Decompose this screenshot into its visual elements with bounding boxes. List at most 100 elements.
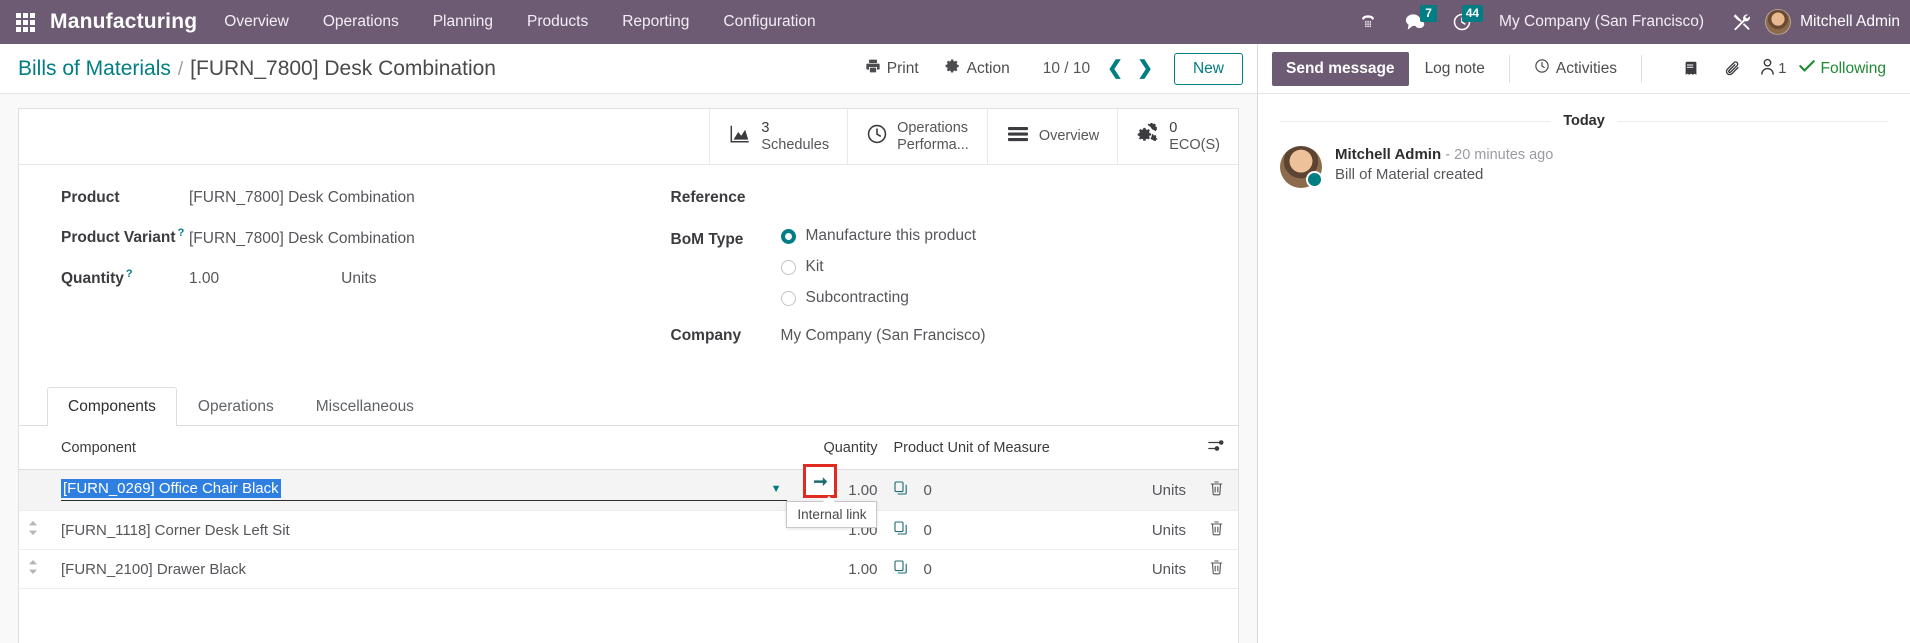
avatar[interactable] [1280, 146, 1323, 188]
component-input[interactable]: [FURN_0269] Office Chair Black ▼ [61, 479, 788, 502]
pager-next-icon[interactable]: ❯ [1130, 59, 1160, 78]
drag-handle-icon[interactable] [27, 521, 39, 539]
field-product: Product [FURN_7800] Desk Combination [61, 189, 629, 207]
stat-button-schedules[interactable]: 3 Schedules [709, 109, 847, 165]
help-tooltip-icon[interactable]: ? [176, 227, 185, 239]
table-row[interactable]: [FURN_1118] Corner Desk Left Sit 1.00 0 … [19, 510, 1238, 551]
form-column-left: Product [FURN_7800] Desk Combination Pro… [19, 189, 629, 365]
trash-icon[interactable] [1209, 521, 1224, 540]
notebook-tabs: Components Operations Miscellaneous [19, 387, 1238, 427]
trash-icon[interactable] [1209, 560, 1224, 579]
component-name-selected[interactable]: [FURN_0269] Office Chair Black [61, 479, 281, 499]
radio-dot-selected-icon [780, 228, 796, 244]
menu-products[interactable]: Products [510, 0, 605, 44]
chatter-message: Mitchell Admin - 20 minutes ago Bill of … [1280, 146, 1888, 188]
top-navbar: Manufacturing Overview Operations Planni… [0, 0, 1910, 44]
menu-planning[interactable]: Planning [416, 0, 510, 44]
action-button[interactable]: Action [932, 52, 1023, 86]
apps-grid-icon[interactable] [8, 0, 42, 44]
field-value-company[interactable]: My Company (San Francisco) [781, 327, 986, 345]
log-note-button[interactable]: Log note [1409, 52, 1501, 86]
breadcrumb-root[interactable]: Bills of Materials [18, 57, 171, 81]
area-chart-icon [728, 123, 752, 150]
following-button[interactable]: Following [1793, 59, 1896, 78]
internal-link-button[interactable]: ➞ [803, 464, 838, 499]
radio-manufacture-this-product[interactable]: Manufacture this product [780, 227, 976, 245]
internal-link-tooltip: Internal link [786, 496, 878, 529]
row-copy-value: 0 [923, 560, 932, 578]
company-switcher[interactable]: My Company (San Francisco) [1485, 13, 1718, 31]
phone-dialpad-icon[interactable] [1345, 0, 1391, 44]
app-brand-manufacturing[interactable]: Manufacturing [42, 10, 207, 34]
components-table-head: Component Quantity Product Unit of Measu… [19, 426, 1238, 471]
menu-operations[interactable]: Operations [306, 0, 416, 44]
sliders-icon [1207, 440, 1225, 456]
table-row[interactable]: [FURN_2100] Drawer Black 1.00 0 Units [19, 549, 1238, 590]
row-quantity-cell[interactable]: 1.00 [795, 549, 886, 590]
avatar[interactable] [1765, 9, 1792, 35]
activities-badge: 44 [1461, 5, 1484, 22]
copy-icon[interactable] [893, 480, 923, 500]
stat-button-operations-performance[interactable]: Operations Performa... [847, 109, 987, 165]
field-label-quantity: Quantity? [61, 268, 189, 288]
activities-button[interactable]: Activities [1518, 50, 1633, 87]
row-uom-cell[interactable]: 0 Units [885, 549, 1194, 590]
followers-button[interactable]: 1 [1754, 58, 1792, 79]
tab-miscellaneous[interactable]: Miscellaneous [295, 387, 435, 426]
book-icon[interactable] [1670, 60, 1712, 77]
row-uom-cell[interactable]: 0 Units [885, 510, 1194, 551]
drag-handle-icon[interactable] [27, 560, 39, 578]
wrench-screwdriver-icon[interactable] [1718, 0, 1765, 44]
form-sheet: 3 Schedules Operations Performa... Overv… [18, 108, 1239, 643]
row-copy-value: 0 [923, 521, 932, 539]
table-row[interactable]: [FURN_0269] Office Chair Black ▼ ➞ Inter… [19, 464, 1238, 529]
menu-reporting[interactable]: Reporting [605, 0, 706, 44]
user-menu[interactable]: Mitchell Admin [1791, 13, 1900, 31]
paperclip-icon[interactable] [1712, 60, 1754, 78]
new-button[interactable]: New [1173, 52, 1243, 85]
radio-kit[interactable]: Kit [780, 258, 977, 276]
field-quantity: Quantity? 1.00 Units [61, 268, 629, 288]
clock-icon [866, 123, 888, 150]
pager-previous-icon[interactable]: ❮ [1100, 59, 1130, 78]
field-value-product-variant[interactable]: [FURN_7800] Desk Combination [189, 230, 415, 248]
radio-subcontracting[interactable]: Subcontracting [780, 289, 977, 307]
row-component-cell[interactable]: [FURN_2100] Drawer Black [53, 549, 796, 590]
person-icon [1760, 58, 1775, 79]
stat-button-overview[interactable]: Overview [986, 109, 1117, 165]
send-message-button[interactable]: Send message [1272, 51, 1409, 86]
row-component-cell[interactable]: [FURN_1118] Corner Desk Left Sit [53, 510, 796, 551]
main-menu: Overview Operations Planning Products Re… [207, 0, 832, 44]
tab-operations[interactable]: Operations [177, 387, 295, 426]
row-component-cell[interactable]: [FURN_0269] Office Chair Black ▼ ➞ Inter… [53, 464, 878, 529]
stat-label-overview: Overview [1038, 128, 1100, 145]
clock-icon [1534, 58, 1550, 79]
messages-icon[interactable]: 7 [1391, 0, 1439, 44]
row-uom-label: Units [1151, 560, 1186, 578]
menu-overview[interactable]: Overview [207, 0, 306, 44]
row-delete-cell[interactable] [1194, 469, 1238, 512]
menu-configuration[interactable]: Configuration [706, 0, 832, 44]
row-handle-cell[interactable] [19, 549, 53, 590]
stat-value-schedules: 3 [761, 120, 770, 136]
print-button[interactable]: Print [852, 52, 932, 86]
copy-icon[interactable] [893, 559, 923, 579]
field-value-product[interactable]: [FURN_7800] Desk Combination [189, 189, 415, 207]
bom-type-radio-group: Manufacture this product Kit Subcontract… [780, 227, 977, 307]
optional-columns-toggle[interactable] [1194, 426, 1238, 471]
activities-clock-icon[interactable]: 44 [1439, 0, 1485, 44]
messages-badge: 7 [1420, 5, 1438, 22]
page-title: [FURN_7800] Desk Combination [190, 56, 496, 80]
field-value-quantity[interactable]: 1.00 [189, 270, 219, 288]
row-delete-cell[interactable] [1194, 549, 1238, 590]
copy-icon[interactable] [893, 520, 923, 540]
caret-down-icon[interactable]: ▼ [771, 483, 788, 495]
followers-count: 1 [1778, 60, 1787, 77]
stat-button-ecos[interactable]: 0 ECO(S) [1117, 109, 1238, 165]
row-uom-cell[interactable]: 0 Units [885, 469, 1194, 512]
trash-icon[interactable] [1209, 481, 1224, 500]
row-delete-cell[interactable] [1194, 510, 1238, 551]
row-handle-cell[interactable] [19, 510, 53, 551]
help-tooltip-icon[interactable]: ? [124, 268, 133, 280]
tab-components[interactable]: Components [47, 387, 177, 427]
